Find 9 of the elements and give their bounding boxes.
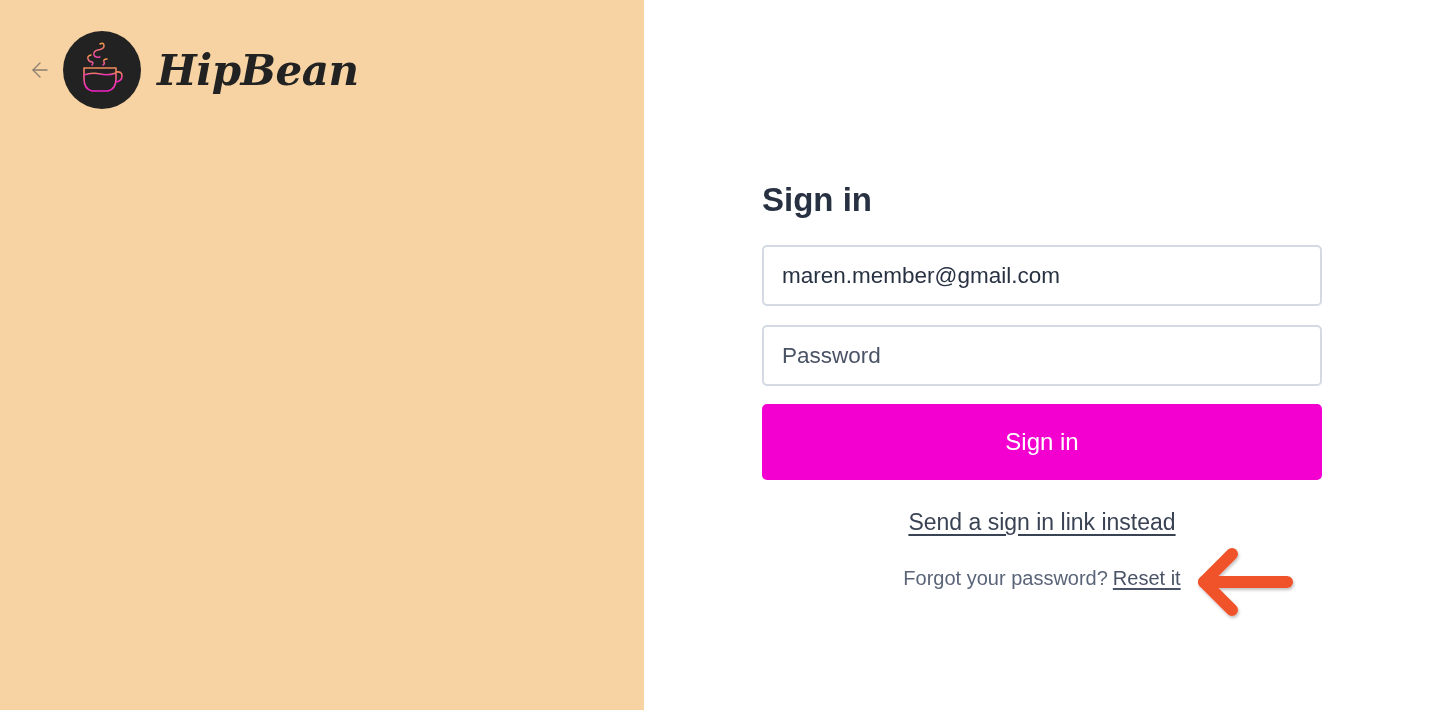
sign-in-link[interactable]: Send a sign in link instead [908, 508, 1176, 537]
form-title: Sign in [762, 180, 873, 220]
cup-logo-icon [63, 31, 141, 109]
password-field[interactable]: Password [762, 325, 1322, 386]
email-field[interactable]: maren.member@gmail.com [762, 245, 1322, 306]
brand-wordmark: HipBean [157, 45, 359, 95]
reset-link[interactable]: Reset it [1112, 565, 1181, 591]
sign-in-button[interactable]: Sign in [762, 404, 1322, 480]
forgot-password-text: Forgot your password? [903, 566, 1108, 591]
